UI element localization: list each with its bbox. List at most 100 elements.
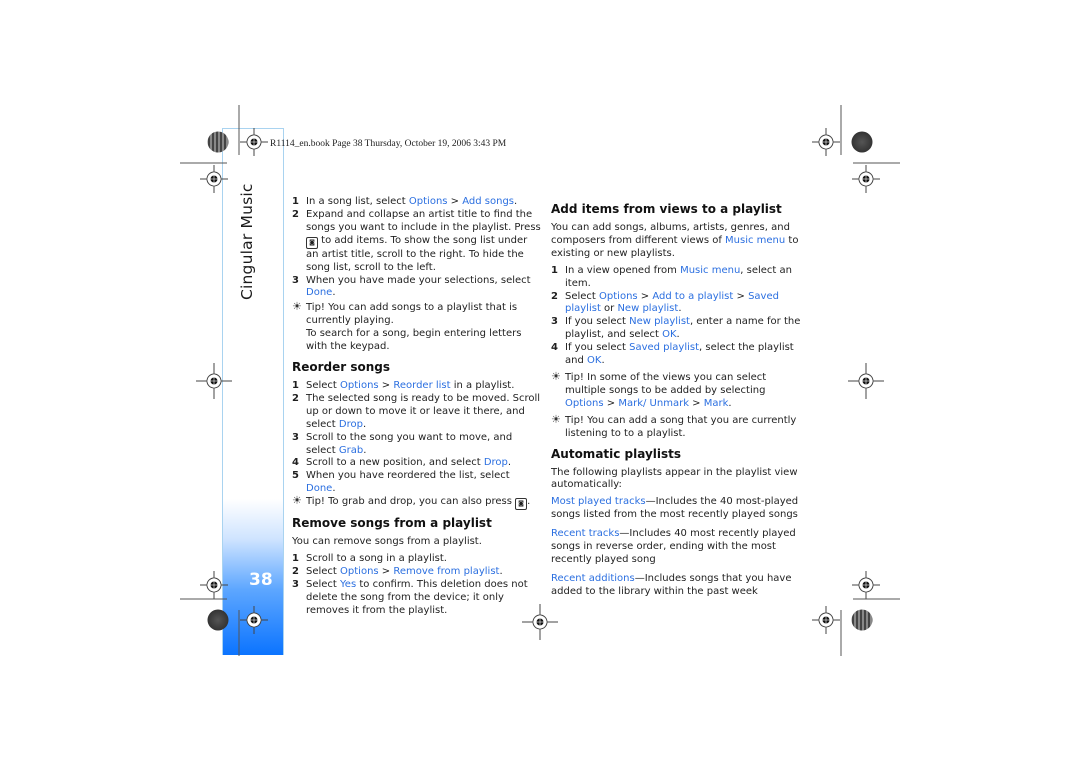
playlist-definition: Most played tracks—Includes the 40 most-… [551,496,803,522]
menu-keyword: Drop [483,457,508,469]
text-run: > [603,397,619,409]
text-run: Tip! In some of the views you can select… [565,371,767,396]
text-run: If you select [565,316,630,328]
tip: ☀ Tip! In some of the views you can selec… [551,369,803,411]
step-item: 4 Scroll to a new position, and select Dr… [292,457,542,470]
heading-remove-songs: Remove songs from a playlist [292,516,492,531]
menu-keyword: Options [408,196,448,207]
tip-icon: ☀ [292,494,302,508]
menu-keyword: Add songs [462,196,515,207]
step-number: 2 [292,565,299,577]
text-run: Select [306,565,341,577]
tip-icon: ☀ [551,412,561,426]
text-run: . [363,444,367,456]
menu-keyword: Music menu [680,264,741,276]
text-run: Scroll to a new position, and select [306,457,484,469]
text-run: When you have reordered the list, select [306,470,510,482]
text-run: Select [306,379,341,391]
step-number: 2 [292,208,299,220]
tip-text: Tip! You can add songs to a playlist tha… [306,302,518,327]
menu-keyword: Yes [340,578,357,590]
text-run: In a song list, select [306,196,409,207]
text-run: When you have made your selections, sele… [306,274,531,286]
text-run: . [514,196,518,207]
step-item: 1 In a view opened from Music menu, selec… [551,265,803,291]
step-number: 3 [292,431,299,443]
step-item: 5 When you have reordered the list, selec… [292,470,542,496]
step-number: 1 [551,264,558,276]
menu-keyword: New playlist [629,316,690,328]
step-item: 3 Select Yes to confirm. This deletion do… [292,579,542,618]
menu-keyword: Grab [338,444,364,456]
step-item: 2 Select Options > Remove from playlist. [292,566,542,579]
text-run: . [527,496,531,508]
remove-intro: You can remove songs from a playlist. [292,536,482,548]
menu-keyword: OK [662,329,677,341]
tip-icon: ☀ [551,369,561,383]
reorder-steps: 1 Select Options > Reorder list in a play… [292,380,542,496]
step-number: 4 [551,342,558,354]
tip-add-songs: ☀ Tip! You can add songs to a playlist t… [292,300,542,354]
playlist-definition: Recent tracks—Includes 40 most recently … [551,528,803,567]
right-column: Add items from views to a playlist You c… [551,196,803,605]
heading-reorder-songs: Reorder songs [292,359,391,374]
menu-keyword: Remove from playlist [393,565,500,577]
step-item: 2 The selected song is ready to be moved.… [292,393,542,432]
text-run: Tip! You can add a song that you are cur… [565,414,797,439]
step-item: 1 Select Options > Reorder list in a play… [292,380,542,393]
text-run: If you select [565,342,630,354]
text-run: . [728,397,732,409]
left-column: 1 In a song list, select Options > Add so… [292,196,542,618]
text-run: . [362,418,367,430]
add-items-steps: 1 In a view opened from Music menu, selec… [551,265,803,368]
heading-add-items: Add items from views to a playlist [551,202,782,216]
menu-keyword: Add to a playlist [652,290,734,302]
step-number: 4 [292,457,299,469]
step-number: 3 [292,578,299,590]
menu-keyword: New playlist [617,303,679,315]
step-number: 2 [292,392,299,404]
text-run: Select [565,290,600,302]
text-run: Scroll to the song you want to move, and… [306,431,513,456]
text-run: Tip! To grab and drop, you can also pres… [306,496,516,508]
step-number: 3 [292,274,299,286]
menu-keyword: Recent tracks [551,528,620,540]
heading-automatic-playlists: Automatic playlists [551,446,682,461]
text-run: Scroll to a song in a playlist. [306,553,447,565]
tip: ☀ Tip! To grab and drop, you can also pre… [292,494,542,511]
menu-keyword: Options [565,397,604,409]
menu-keyword: Mark [703,397,729,409]
text-run: In a view opened from [565,264,681,276]
step-item: 4 If you select Saved playlist, select th… [551,342,803,368]
text-run: . [332,287,336,299]
step-item: 3 Scroll to the song you want to move, an… [292,432,542,458]
text-run: > [378,379,394,391]
menu-keyword: Music menu [725,234,786,246]
step-item: 3 If you select New playlist, enter a nam… [551,316,803,342]
step-number: 2 [551,290,558,302]
remove-steps: 1 Scroll to a song in a playlist. 2 Select … [292,553,542,618]
text-run: > [378,565,394,577]
text-run: . [332,483,336,495]
text-run: . [499,565,503,577]
add-items-intro: You can add songs, albums, artists, genr… [551,222,803,261]
step-item: 2 Expand and collapse an artist title to … [292,209,542,275]
menu-keyword: Saved playlist [629,342,700,354]
step-number: 1 [292,196,299,207]
text-run: > [637,290,653,302]
step-item: 2 Select Options > Add to a playlist > Sa… [551,291,803,317]
menu-keyword: Drop [338,418,363,430]
automatic-intro: The following playlists appear in the pl… [551,466,798,491]
menu-keyword: OK [587,355,602,367]
text-run: . [676,329,680,341]
step-number: 1 [292,379,299,391]
step-number: 1 [292,553,299,565]
step-number: 5 [292,470,299,482]
playlist-definition: Recent additions—Includes songs that you… [551,573,803,599]
text-run: > [447,196,463,207]
add-items-tips: ☀ Tip! In some of the views you can selec… [551,369,803,441]
menu-keyword: Reorder list [393,379,451,391]
select-key-icon: ◙ [515,498,528,511]
tip-text: To search for a song, begin entering let… [306,328,522,353]
text-run: > [733,290,749,302]
